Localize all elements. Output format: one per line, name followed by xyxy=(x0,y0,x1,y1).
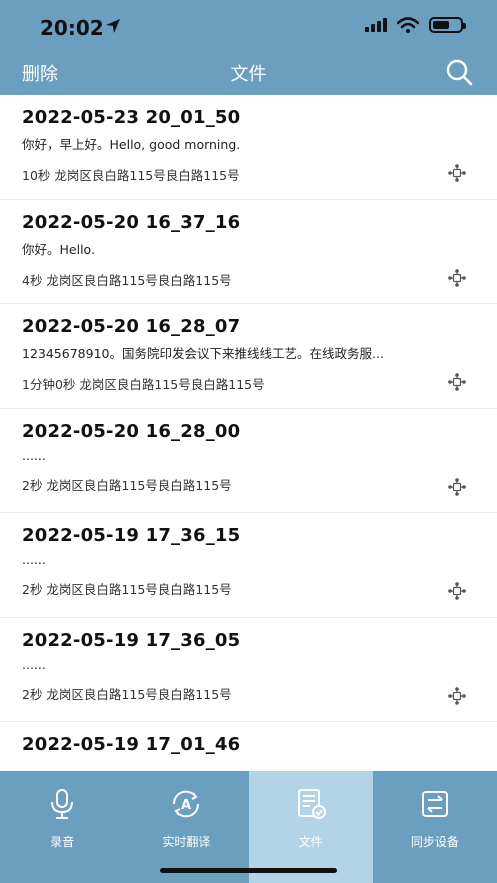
tab-label: 同步设备 xyxy=(410,835,459,849)
file-title: 2022-05-20 16_37_16 xyxy=(22,211,241,233)
file-title: 2022-05-23 20_01_50 xyxy=(22,107,241,128)
translate-icon: A xyxy=(169,787,203,821)
status-time: 20:02 xyxy=(40,16,104,40)
tab-bar: 录音 A 实时翻译 文件 同步设备 xyxy=(0,771,497,883)
tab-label: 录音 xyxy=(50,835,75,849)
file-list: 2022-05-23 20_01_50 你好，早上好。Hello, good mo… xyxy=(0,95,497,771)
file-duration-location: 1分钟0秒 龙岗区良白路115号良白路115号 xyxy=(22,377,265,392)
status-indicators xyxy=(365,17,466,33)
file-duration-location: 4秒 龙岗区良白路115号良白路115号 xyxy=(22,272,232,288)
file-title: 2022-05-19 17_36_15 xyxy=(22,525,241,546)
file-transcript-preview: 12345678910。国务院印发会议下来推线线工艺。在线政务服... xyxy=(22,346,384,361)
page-title: 文件 xyxy=(230,64,267,85)
share-icon[interactable] xyxy=(447,372,467,392)
tab-label: 实时翻译 xyxy=(162,835,211,849)
file-transcript-preview: ...... xyxy=(22,552,46,567)
file-list-item[interactable]: 2022-05-20 16_37_16 你好。Hello. 4秒 龙岗区良白路115… xyxy=(0,200,497,304)
file-duration-location: 2秒 龙岗区良白路115号良白路115号 xyxy=(22,477,232,493)
delete-button[interactable]: 删除 xyxy=(22,60,58,86)
file-list-item[interactable]: 2022-05-19 17_36_05...... 2秒 龙岗区良白路115号良白… xyxy=(0,618,497,722)
tab-label: 文件 xyxy=(298,835,323,849)
file-list-item[interactable]: 2022-05-19 17_36_15...... 2秒 龙岗区良白路115号良白… xyxy=(0,513,497,618)
file-list-icon xyxy=(294,787,328,821)
file-title: 2022-05-20 16_28_00 xyxy=(22,420,241,442)
battery-icon xyxy=(429,17,466,33)
file-transcript-preview: ...... xyxy=(22,447,46,463)
file-transcript-preview: ...... xyxy=(22,656,46,672)
file-list-item[interactable]: 2022-05-23 20_01_50 你好，早上好。Hello, good mo… xyxy=(0,95,497,200)
file-list-item[interactable]: 2022-05-19 17_01_46 xyxy=(0,722,497,771)
tab-realtime-translate[interactable]: A 实时翻译 xyxy=(124,771,248,883)
share-icon[interactable] xyxy=(447,268,467,288)
file-transcript-preview: 你好。Hello. xyxy=(22,241,95,257)
microphone-icon xyxy=(45,787,79,821)
home-indicator xyxy=(160,868,337,873)
share-icon[interactable] xyxy=(447,686,467,706)
sync-icon xyxy=(418,787,452,821)
file-list-item[interactable]: 2022-05-20 16_28_07 12345678910。国务院印发会议下来… xyxy=(0,304,497,409)
file-transcript-preview: 你好，早上好。Hello, good morning. xyxy=(22,137,241,152)
file-duration-location: 2秒 龙岗区良白路115号良白路115号 xyxy=(22,582,232,597)
location-arrow-icon xyxy=(106,19,120,33)
top-bar: 20:02 删除 文件 xyxy=(0,0,497,95)
tab-record[interactable]: 录音 xyxy=(0,771,124,883)
share-icon[interactable] xyxy=(447,163,467,183)
file-duration-location: 2秒 龙岗区良白路115号良白路115号 xyxy=(22,686,232,702)
tab-files[interactable]: 文件 xyxy=(248,771,373,883)
share-icon[interactable] xyxy=(447,581,467,601)
file-title: 2022-05-19 17_36_05 xyxy=(22,629,241,651)
file-duration-location: 10秒 龙岗区良白路115号良白路115号 xyxy=(22,168,240,183)
cellular-signal-icon xyxy=(365,18,387,32)
tab-sync-device[interactable]: 同步设备 xyxy=(373,771,497,883)
file-title: 2022-05-20 16_28_07 xyxy=(22,316,241,337)
wifi-icon xyxy=(397,17,419,33)
file-title: 2022-05-19 17_01_46 xyxy=(22,734,241,755)
svg-text:A: A xyxy=(181,798,191,813)
share-icon[interactable] xyxy=(447,477,467,497)
search-icon[interactable] xyxy=(445,58,473,86)
file-list-item[interactable]: 2022-05-20 16_28_00...... 2秒 龙岗区良白路115号良白… xyxy=(0,409,497,513)
